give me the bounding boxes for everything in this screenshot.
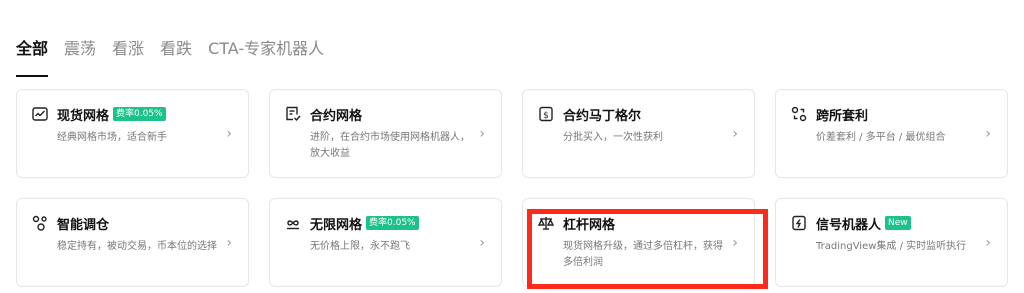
card-title: 合约网格 — [310, 108, 363, 124]
card-description: 分批买入，一次性获利 — [563, 132, 663, 143]
card-leverage-grid[interactable]: 杠杆网格 现货网格升级，通过多倍杠杆，获得多倍利润 › — [522, 198, 755, 287]
fee-badge: 费率0.05% — [113, 107, 166, 121]
chevron-right-icon: › — [226, 234, 232, 251]
card-title: 无限网格 — [310, 217, 363, 233]
leverage-grid-icon — [537, 214, 555, 232]
card-description: TradingView集成 / 实时监听执行 — [816, 241, 967, 252]
fee-badge: 费率0.05% — [366, 216, 419, 230]
svg-text:$: $ — [543, 111, 549, 121]
chevron-right-icon: › — [732, 234, 738, 251]
chevron-right-icon: › — [985, 234, 991, 251]
strategy-tabs: 全部 震荡 看涨 看跌 CTA-专家机器人 — [16, 36, 340, 77]
card-description: 经典网格市场，适合新手 — [57, 132, 167, 143]
infinity-icon — [284, 214, 302, 232]
card-infinity-grid[interactable]: 无限网格 费率0.05% 无价格上限，永不跑飞 › — [269, 198, 502, 287]
card-title: 杠杆网格 — [563, 217, 616, 233]
card-title: 现货网格 — [57, 108, 110, 124]
card-description: 无价格上限，永不跑飞 — [310, 241, 410, 252]
card-cross-exchange-arbitrage[interactable]: 跨所套利 价差套利 / 多平台 / 最优组合 › — [775, 89, 1008, 178]
chevron-right-icon: › — [985, 125, 991, 142]
new-badge: New — [885, 216, 911, 230]
chevron-right-icon: › — [732, 125, 738, 142]
rebalance-icon — [31, 214, 49, 232]
card-contract-martingale[interactable]: $ 合约马丁格尔 分批买入，一次性获利 › — [522, 89, 755, 178]
signal-bot-icon — [790, 214, 808, 232]
card-signal-bot[interactable]: 信号机器人 New TradingView集成 / 实时监听执行 › — [775, 198, 1008, 287]
chevron-right-icon: › — [479, 125, 485, 142]
card-spot-grid[interactable]: 现货网格 费率0.05% 经典网格市场，适合新手 › — [16, 89, 249, 178]
contract-grid-icon — [284, 105, 302, 123]
card-description: 进阶，在合约市场使用网格机器人，放大收益 — [310, 132, 470, 159]
chevron-right-icon: › — [226, 125, 232, 142]
tab-bullish[interactable]: 看涨 — [112, 36, 144, 70]
card-title: 合约马丁格尔 — [563, 108, 642, 124]
tab-bearish[interactable]: 看跌 — [160, 36, 192, 70]
martingale-icon: $ — [537, 105, 555, 123]
arbitrage-icon — [790, 105, 808, 123]
tab-range[interactable]: 震荡 — [64, 36, 96, 70]
card-description: 价差套利 / 多平台 / 最优组合 — [816, 132, 946, 143]
spot-grid-icon — [31, 105, 49, 123]
card-description: 稳定持有，被动交易，币本位的选择 — [57, 241, 217, 252]
tab-all[interactable]: 全部 — [16, 36, 49, 77]
chevron-right-icon: › — [479, 234, 485, 251]
card-title: 跨所套利 — [816, 108, 869, 124]
card-title: 信号机器人 — [816, 217, 882, 233]
card-smart-rebalance[interactable]: 智能调仓 稳定持有，被动交易，币本位的选择 › — [16, 198, 249, 287]
tab-cta-expert[interactable]: CTA-专家机器人 — [208, 36, 324, 70]
card-title: 智能调仓 — [57, 217, 110, 233]
card-contract-grid[interactable]: 合约网格 进阶，在合约市场使用网格机器人，放大收益 › — [269, 89, 502, 178]
card-description: 现货网格升级，通过多倍杠杆，获得多倍利润 — [563, 241, 723, 268]
